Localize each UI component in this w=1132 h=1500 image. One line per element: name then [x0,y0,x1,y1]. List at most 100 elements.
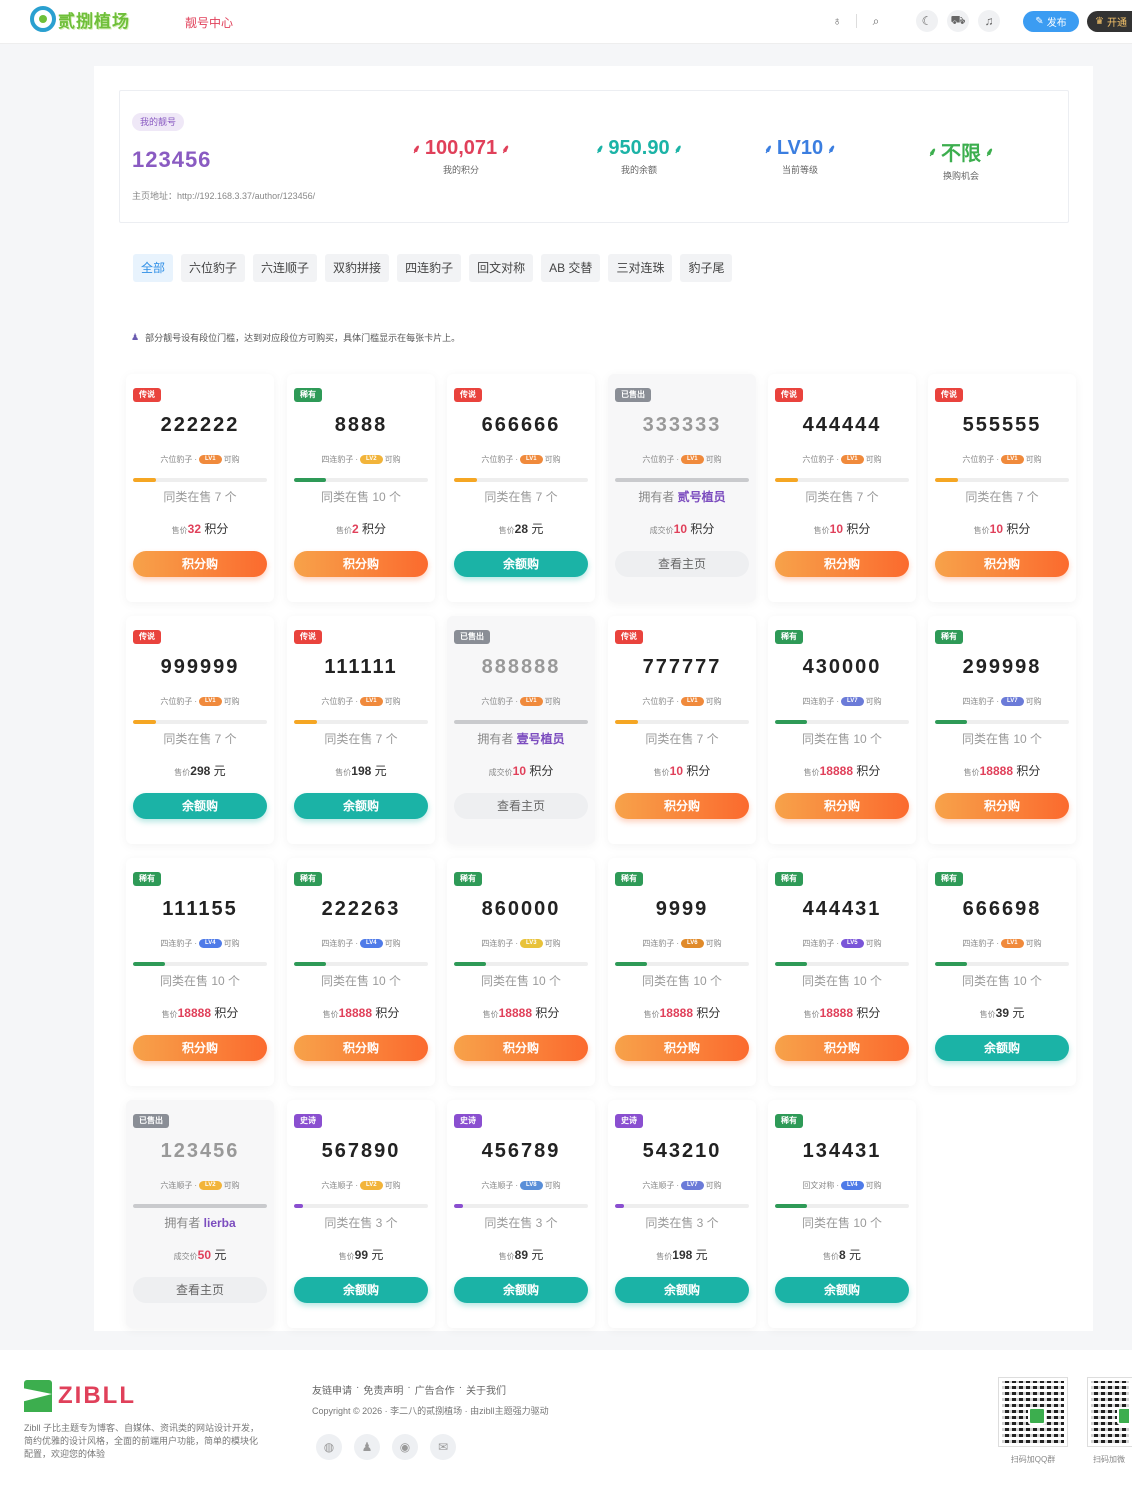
tab-4[interactable]: 四连豹子 [397,254,462,282]
price-value: 198 [351,764,372,778]
buy-button[interactable]: 余额购 [615,1277,749,1303]
number-card: 稀有 860000 四连豹子 · LV3 可购 同类在售 10 个 售价18888… [447,858,595,1086]
tab-8[interactable]: 豹子尾 [680,254,733,282]
tab-5[interactable]: 回文对称 [469,254,534,282]
tab-0[interactable]: 全部 [133,254,174,282]
publish-button[interactable]: ✎ 发布 [1023,11,1079,32]
divider [856,14,857,28]
stock-progress-bar [294,1204,428,1208]
can-buy-label: 可购 [1025,455,1042,464]
footer-link-about[interactable]: 关于我们 [466,1382,506,1397]
buy-button[interactable]: 余额购 [294,1277,428,1303]
level-badge: LV2 [199,1181,222,1190]
stat-label: 换购机会 [942,171,979,181]
buy-button[interactable]: 积分购 [454,1035,588,1061]
number-type: 四连豹子 [802,697,835,706]
buy-button[interactable]: 查看主页 [615,551,749,577]
footer-link-ads[interactable]: 广告合作 [415,1382,455,1397]
number-value: 111111 [324,656,398,678]
buy-button[interactable]: 余额购 [935,1035,1069,1061]
card-meta: 六连顺子 · LV2 可购 [321,1181,401,1190]
price-unit: 积分 [535,1006,560,1020]
buy-button[interactable]: 查看主页 [454,793,588,819]
buy-button[interactable]: 积分购 [133,1035,267,1061]
price-unit: 元 [531,1248,544,1262]
footer-link-disclaimer[interactable]: 免责声明 [363,1382,403,1397]
vip-button[interactable]: ♛ 开通 [1087,11,1132,32]
wechat-icon[interactable]: ◍ [316,1434,342,1460]
tab-6[interactable]: AB 交替 [541,254,601,282]
buy-button[interactable]: 积分购 [775,1035,909,1061]
wheat-icon: ⸙ [927,145,937,159]
tab-3[interactable]: 双豹拼接 [325,254,390,282]
price-unit: 元 [531,522,544,536]
same-category-count: 同类在售 10 个 [961,974,1043,988]
stock-progress-bar [775,962,909,966]
buy-button[interactable]: 余额购 [454,551,588,577]
wheat-icon: ⸙ [985,145,995,159]
level-badge: LV8 [520,1181,543,1190]
buy-button[interactable]: 积分购 [615,793,749,819]
buy-button[interactable]: 积分购 [294,1035,428,1061]
price-value: 18888 [498,1006,532,1020]
tab-2[interactable]: 六连顺子 [253,254,318,282]
buy-button[interactable]: 积分购 [935,793,1069,819]
same-category-count: 同类在售 10 个 [801,1216,883,1230]
can-buy-label: 可购 [384,455,401,464]
card-meta: 六位豹子 · LV1 可购 [802,455,882,464]
price-unit: 积分 [362,522,387,536]
number-card: 传说 999999 六位豹子 · LV1 可购 同类在售 7 个 售价298 元 … [126,616,274,844]
buy-button[interactable]: 余额购 [294,793,428,819]
owner-name[interactable]: lierba [204,1216,236,1230]
buy-button[interactable]: 积分购 [775,551,909,577]
footer-logo[interactable]: ZIBLL [24,1380,136,1412]
buy-button[interactable]: 积分购 [294,551,428,577]
buy-button[interactable]: 查看主页 [133,1277,267,1303]
card-meta: 回文对称 · LV4 可购 [802,1181,882,1190]
main-content: 我的靓号 123456 主页地址：http://192.168.3.37/aut… [94,66,1093,1331]
owner-name[interactable]: 壹号植员 [517,732,565,746]
tab-1[interactable]: 六位豹子 [181,254,246,282]
level-badge: LV7 [681,1181,704,1190]
nav-link-vip-number-center[interactable]: 靓号中心 [185,14,233,31]
buy-button[interactable]: 余额购 [133,793,267,819]
price-value: 10 [512,764,526,778]
lightbulb-icon[interactable]: ♁ [826,10,848,32]
buy-button[interactable]: 余额购 [775,1277,909,1303]
price-line: 售价18888 积分 [928,762,1076,779]
site-logo[interactable]: 贰捌植场 [30,6,130,32]
zibll-logo-icon [24,1380,52,1412]
buy-button[interactable]: 积分购 [133,551,267,577]
stock-progress-bar [775,1204,909,1208]
email-icon[interactable]: ✉ [430,1434,456,1460]
can-buy-label: 可购 [223,455,240,464]
same-category-count: 同类在售 7 个 [163,732,237,746]
deal-price: 成交价10 积分 [608,520,756,537]
can-buy-label: 可购 [865,455,882,464]
buy-button[interactable]: 积分购 [775,793,909,819]
cart-icon[interactable]: ⛟ [947,10,969,32]
buy-button[interactable]: 余额购 [454,1277,588,1303]
price-prefix: 售价 [498,1252,515,1261]
qq-icon[interactable]: ♟ [354,1434,380,1460]
bell-icon[interactable]: ♫ [978,10,1000,32]
dark-mode-icon[interactable]: ☾ [916,10,938,32]
crown-icon: ♛ [1095,16,1104,27]
buy-button[interactable]: 积分购 [935,551,1069,577]
rarity-badge: 史诗 [294,1114,322,1128]
owner-name[interactable]: 贰号植员 [678,490,726,504]
price-unit: 积分 [1006,522,1031,536]
card-meta: 六连顺子 · LV7 可购 [642,1181,722,1190]
footer-link-friend[interactable]: 友链申请 [312,1382,352,1397]
search-icon[interactable]: ⌕ [865,10,887,32]
level-badge: LV1 [520,697,543,706]
price-unit: 元 [214,1248,227,1262]
price-unit: 积分 [696,1006,721,1020]
tab-7[interactable]: 三对连珠 [608,254,673,282]
number-value: 444431 [802,898,882,920]
buy-button[interactable]: 积分购 [615,1035,749,1061]
weibo-icon[interactable]: ◉ [392,1434,418,1460]
price-value: 18888 [659,1006,693,1020]
rarity-badge: 传说 [133,630,161,644]
price-unit: 元 [374,764,387,778]
